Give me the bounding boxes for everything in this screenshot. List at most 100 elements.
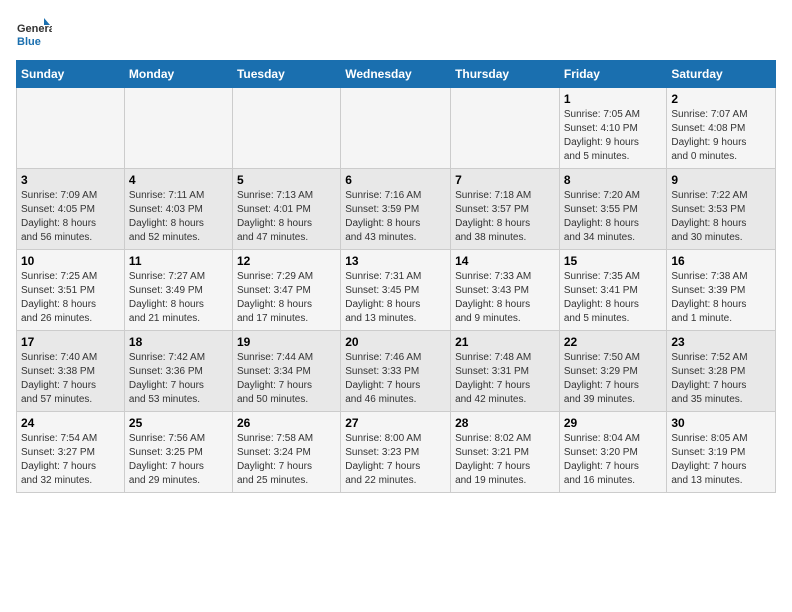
day-number: 11 xyxy=(129,254,228,268)
day-number: 15 xyxy=(564,254,663,268)
day-number: 26 xyxy=(237,416,336,430)
day-info: Sunrise: 7:33 AM Sunset: 3:43 PM Dayligh… xyxy=(455,270,555,326)
day-info: Sunrise: 7:56 AM Sunset: 3:25 PM Dayligh… xyxy=(129,432,228,488)
day-number: 17 xyxy=(21,335,120,349)
day-number: 28 xyxy=(455,416,555,430)
day-number: 27 xyxy=(345,416,446,430)
calendar-cell: 18 Sunrise: 7:42 AM Sunset: 3:36 PM Dayli… xyxy=(124,331,232,412)
calendar-cell: 2 Sunrise: 7:07 AM Sunset: 4:08 PM Daylig… xyxy=(667,88,776,169)
week-row-2: 3Sunrise: 7:09 AM Sunset: 4:05 PM Daylig… xyxy=(17,169,776,250)
svg-text:Blue: Blue xyxy=(17,36,41,48)
calendar-cell xyxy=(17,88,125,169)
day-info: Sunrise: 7:35 AM Sunset: 3:41 PM Dayligh… xyxy=(564,270,663,326)
calendar-cell: 26 Sunrise: 7:58 AM Sunset: 3:24 PM Dayli… xyxy=(232,412,340,493)
calendar-cell: 24Sunrise: 7:54 AM Sunset: 3:27 PM Dayli… xyxy=(17,412,125,493)
day-number: 30 xyxy=(671,416,771,430)
day-number: 13 xyxy=(345,254,446,268)
weekday-header-monday: Monday xyxy=(124,61,232,88)
day-info: Sunrise: 7:16 AM Sunset: 3:59 PM Dayligh… xyxy=(345,189,446,245)
calendar-cell: 13 Sunrise: 7:31 AM Sunset: 3:45 PM Dayli… xyxy=(341,250,451,331)
weekday-header-tuesday: Tuesday xyxy=(232,61,340,88)
calendar-cell: 8 Sunrise: 7:20 AM Sunset: 3:55 PM Daylig… xyxy=(559,169,667,250)
calendar-cell: 30 Sunrise: 8:05 AM Sunset: 3:19 PM Dayli… xyxy=(667,412,776,493)
calendar-cell: 6 Sunrise: 7:16 AM Sunset: 3:59 PM Daylig… xyxy=(341,169,451,250)
header: General Blue xyxy=(16,16,776,52)
weekday-header-friday: Friday xyxy=(559,61,667,88)
calendar-cell: 10Sunrise: 7:25 AM Sunset: 3:51 PM Dayli… xyxy=(17,250,125,331)
calendar-cell: 22 Sunrise: 7:50 AM Sunset: 3:29 PM Dayli… xyxy=(559,331,667,412)
day-number: 6 xyxy=(345,173,446,187)
day-info: Sunrise: 7:22 AM Sunset: 3:53 PM Dayligh… xyxy=(671,189,771,245)
calendar-cell: 15 Sunrise: 7:35 AM Sunset: 3:41 PM Dayli… xyxy=(559,250,667,331)
day-info: Sunrise: 7:48 AM Sunset: 3:31 PM Dayligh… xyxy=(455,351,555,407)
day-info: Sunrise: 8:05 AM Sunset: 3:19 PM Dayligh… xyxy=(671,432,771,488)
calendar-cell: 17 Sunrise: 7:40 AM Sunset: 3:38 PM Dayli… xyxy=(17,331,125,412)
day-info: Sunrise: 7:18 AM Sunset: 3:57 PM Dayligh… xyxy=(455,189,555,245)
day-info: Sunrise: 7:25 AM Sunset: 3:51 PM Dayligh… xyxy=(21,270,120,326)
day-number: 22 xyxy=(564,335,663,349)
logo: General Blue xyxy=(16,16,52,52)
day-number: 4 xyxy=(129,173,228,187)
day-info: Sunrise: 7:58 AM Sunset: 3:24 PM Dayligh… xyxy=(237,432,336,488)
calendar-cell: 3Sunrise: 7:09 AM Sunset: 4:05 PM Daylig… xyxy=(17,169,125,250)
week-row-3: 10Sunrise: 7:25 AM Sunset: 3:51 PM Dayli… xyxy=(17,250,776,331)
day-info: Sunrise: 7:11 AM Sunset: 4:03 PM Dayligh… xyxy=(129,189,228,245)
day-info: Sunrise: 7:27 AM Sunset: 3:49 PM Dayligh… xyxy=(129,270,228,326)
day-number: 8 xyxy=(564,173,663,187)
day-info: Sunrise: 8:02 AM Sunset: 3:21 PM Dayligh… xyxy=(455,432,555,488)
day-number: 16 xyxy=(671,254,771,268)
day-info: Sunrise: 7:13 AM Sunset: 4:01 PM Dayligh… xyxy=(237,189,336,245)
day-info: Sunrise: 7:31 AM Sunset: 3:45 PM Dayligh… xyxy=(345,270,446,326)
calendar-cell: 28 Sunrise: 8:02 AM Sunset: 3:21 PM Dayli… xyxy=(451,412,560,493)
calendar-header: SundayMondayTuesdayWednesdayThursdayFrid… xyxy=(17,61,776,88)
calendar-cell: 29Sunrise: 8:04 AM Sunset: 3:20 PM Dayli… xyxy=(559,412,667,493)
day-number: 12 xyxy=(237,254,336,268)
weekday-header-thursday: Thursday xyxy=(451,61,560,88)
calendar-cell: 19 Sunrise: 7:44 AM Sunset: 3:34 PM Dayli… xyxy=(232,331,340,412)
calendar-cell xyxy=(341,88,451,169)
calendar-cell: 23 Sunrise: 7:52 AM Sunset: 3:28 PM Dayli… xyxy=(667,331,776,412)
calendar-cell: 5 Sunrise: 7:13 AM Sunset: 4:01 PM Daylig… xyxy=(232,169,340,250)
day-number: 25 xyxy=(129,416,228,430)
day-info: Sunrise: 7:07 AM Sunset: 4:08 PM Dayligh… xyxy=(671,108,771,164)
day-info: Sunrise: 7:44 AM Sunset: 3:34 PM Dayligh… xyxy=(237,351,336,407)
calendar-cell: 25 Sunrise: 7:56 AM Sunset: 3:25 PM Dayli… xyxy=(124,412,232,493)
calendar-cell: 1 Sunrise: 7:05 AM Sunset: 4:10 PM Daylig… xyxy=(559,88,667,169)
day-info: Sunrise: 7:09 AM Sunset: 4:05 PM Dayligh… xyxy=(21,189,120,245)
weekday-row: SundayMondayTuesdayWednesdayThursdayFrid… xyxy=(17,61,776,88)
day-number: 19 xyxy=(237,335,336,349)
day-number: 9 xyxy=(671,173,771,187)
day-info: Sunrise: 7:29 AM Sunset: 3:47 PM Dayligh… xyxy=(237,270,336,326)
calendar-cell: 9 Sunrise: 7:22 AM Sunset: 3:53 PM Daylig… xyxy=(667,169,776,250)
day-info: Sunrise: 7:50 AM Sunset: 3:29 PM Dayligh… xyxy=(564,351,663,407)
calendar-table: SundayMondayTuesdayWednesdayThursdayFrid… xyxy=(16,60,776,493)
day-number: 7 xyxy=(455,173,555,187)
day-number: 5 xyxy=(237,173,336,187)
day-info: Sunrise: 7:05 AM Sunset: 4:10 PM Dayligh… xyxy=(564,108,663,164)
calendar-cell: 16 Sunrise: 7:38 AM Sunset: 3:39 PM Dayli… xyxy=(667,250,776,331)
day-info: Sunrise: 7:40 AM Sunset: 3:38 PM Dayligh… xyxy=(21,351,120,407)
day-info: Sunrise: 8:00 AM Sunset: 3:23 PM Dayligh… xyxy=(345,432,446,488)
day-info: Sunrise: 7:20 AM Sunset: 3:55 PM Dayligh… xyxy=(564,189,663,245)
day-info: Sunrise: 7:42 AM Sunset: 3:36 PM Dayligh… xyxy=(129,351,228,407)
day-number: 23 xyxy=(671,335,771,349)
logo-svg: General Blue xyxy=(16,16,52,52)
day-number: 2 xyxy=(671,92,771,106)
day-info: Sunrise: 7:52 AM Sunset: 3:28 PM Dayligh… xyxy=(671,351,771,407)
day-info: Sunrise: 7:46 AM Sunset: 3:33 PM Dayligh… xyxy=(345,351,446,407)
day-number: 1 xyxy=(564,92,663,106)
day-number: 24 xyxy=(21,416,120,430)
calendar-cell: 4 Sunrise: 7:11 AM Sunset: 4:03 PM Daylig… xyxy=(124,169,232,250)
calendar-body: 1 Sunrise: 7:05 AM Sunset: 4:10 PM Daylig… xyxy=(17,88,776,493)
calendar-cell: 20Sunrise: 7:46 AM Sunset: 3:33 PM Dayli… xyxy=(341,331,451,412)
calendar-cell: 27 Sunrise: 8:00 AM Sunset: 3:23 PM Dayli… xyxy=(341,412,451,493)
calendar-cell: 14Sunrise: 7:33 AM Sunset: 3:43 PM Dayli… xyxy=(451,250,560,331)
day-number: 18 xyxy=(129,335,228,349)
weekday-header-wednesday: Wednesday xyxy=(341,61,451,88)
weekday-header-saturday: Saturday xyxy=(667,61,776,88)
week-row-1: 1 Sunrise: 7:05 AM Sunset: 4:10 PM Daylig… xyxy=(17,88,776,169)
day-info: Sunrise: 7:38 AM Sunset: 3:39 PM Dayligh… xyxy=(671,270,771,326)
calendar-cell xyxy=(124,88,232,169)
day-number: 29 xyxy=(564,416,663,430)
weekday-header-sunday: Sunday xyxy=(17,61,125,88)
